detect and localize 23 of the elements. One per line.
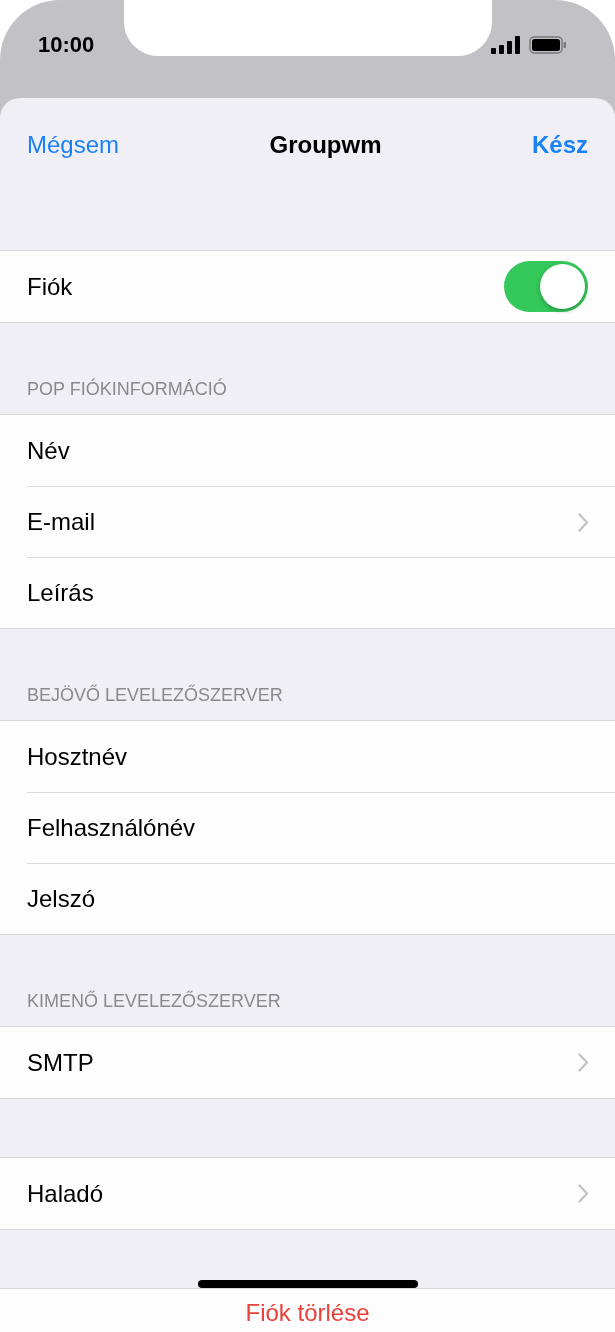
- chevron-icon: [578, 1184, 589, 1203]
- signal-icon: [491, 36, 521, 54]
- section-header: BEJÖVŐ LEVELEZŐSZERVER: [27, 685, 283, 706]
- sheet-title: Groupwm: [269, 131, 382, 159]
- row-label: Haladó: [27, 1179, 104, 1208]
- row-label: Hosztnév: [27, 742, 128, 771]
- row-label: Jelszó: [27, 885, 96, 913]
- row-label: Leírás: [27, 579, 94, 607]
- row-label: Név: [27, 436, 70, 465]
- row-label: Felhasználónév: [27, 814, 196, 842]
- chevron-icon: [578, 512, 589, 532]
- battery-icon: [529, 36, 567, 54]
- row-label: SMTP: [27, 1048, 94, 1077]
- cancel-button[interactable]: Mégsem: [27, 131, 120, 159]
- row-label: E-mail: [27, 508, 95, 536]
- row-label: Fiók: [27, 272, 73, 301]
- status-time: 10:00: [38, 32, 95, 58]
- section-header: POP FIÓKINFORMÁCIÓ: [27, 379, 227, 400]
- delete-account-button[interactable]: Fiók törlése: [245, 1299, 370, 1327]
- done-button[interactable]: Kész: [531, 131, 588, 159]
- section-header: KIMENŐ LEVELEZŐSZERVER: [27, 991, 281, 1012]
- chevron-icon: [578, 1053, 589, 1072]
- toggle-switch[interactable]: [504, 261, 588, 312]
